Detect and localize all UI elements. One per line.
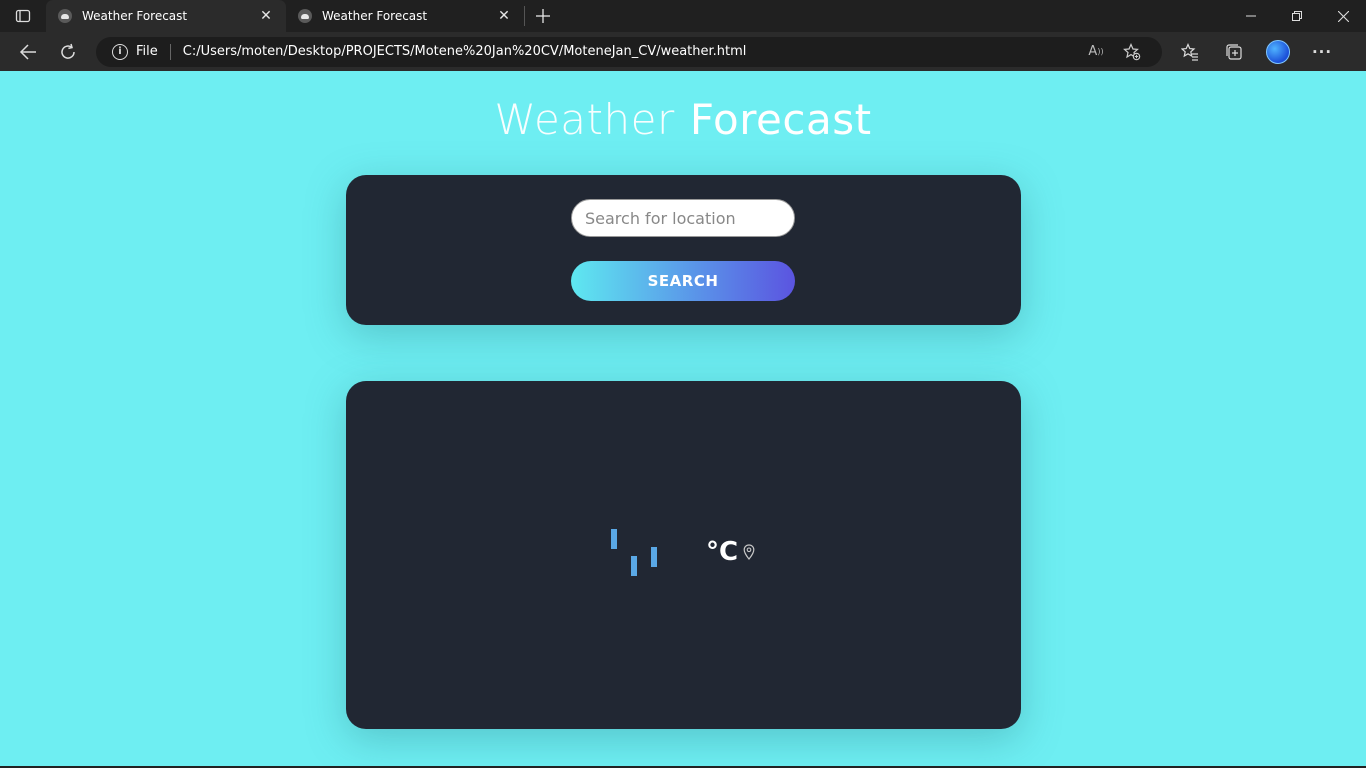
tab-actions-icon bbox=[15, 9, 31, 23]
refresh-button[interactable] bbox=[48, 35, 88, 69]
loading-bar bbox=[631, 556, 637, 576]
back-button[interactable] bbox=[8, 35, 48, 69]
read-aloud-icon[interactable]: A)) bbox=[1078, 44, 1114, 59]
favorites-icon bbox=[1181, 42, 1198, 61]
url-text[interactable]: C:/Users/moten/Desktop/PROJECTS/Motene%2… bbox=[183, 44, 1078, 59]
tab-weather-forecast-active[interactable]: Weather Forecast ✕ bbox=[46, 0, 286, 32]
close-window-button[interactable] bbox=[1320, 0, 1366, 32]
scheme-label: File bbox=[136, 44, 158, 59]
toolbar-icons: ··· bbox=[1168, 35, 1344, 69]
collections-button[interactable] bbox=[1212, 35, 1256, 69]
info-icon[interactable]: i bbox=[112, 43, 128, 60]
minimize-icon bbox=[1246, 15, 1256, 17]
cloud-favicon-icon bbox=[58, 9, 72, 23]
temperature-unit: °C bbox=[706, 537, 739, 567]
tab-close-icon[interactable]: ✕ bbox=[256, 6, 276, 26]
add-favorite-icon[interactable] bbox=[1114, 42, 1150, 61]
search-card: SEARCH bbox=[346, 175, 1021, 325]
loading-bar bbox=[611, 529, 617, 549]
restore-button[interactable] bbox=[1274, 0, 1320, 32]
browser-titlebar: Weather Forecast ✕ Weather Forecast ✕ bbox=[0, 0, 1366, 32]
search-button[interactable]: SEARCH bbox=[571, 261, 795, 301]
loading-bar bbox=[651, 547, 657, 567]
plus-icon bbox=[536, 9, 550, 23]
arrow-left-icon bbox=[19, 43, 36, 60]
window-controls bbox=[1228, 0, 1366, 32]
weather-result-card: °C bbox=[346, 381, 1021, 729]
restore-icon bbox=[1292, 11, 1302, 21]
cloud-favicon-icon bbox=[298, 9, 312, 23]
tab-weather-forecast[interactable]: Weather Forecast ✕ bbox=[286, 0, 524, 32]
close-icon bbox=[1337, 10, 1349, 22]
favorites-button[interactable] bbox=[1168, 35, 1212, 69]
minimize-button[interactable] bbox=[1228, 0, 1274, 32]
tab-title: Weather Forecast bbox=[82, 9, 188, 23]
profile-button[interactable] bbox=[1256, 35, 1300, 69]
collections-icon bbox=[1226, 43, 1242, 60]
location-search-input[interactable] bbox=[571, 199, 795, 237]
more-dots-icon: ··· bbox=[1311, 42, 1333, 61]
tab-title: Weather Forecast bbox=[322, 9, 428, 23]
new-tab-button[interactable] bbox=[525, 0, 561, 32]
profile-avatar bbox=[1266, 39, 1290, 64]
browser-toolbar: i File C:/Users/moten/Desktop/PROJECTS/M… bbox=[0, 32, 1366, 71]
page-title: Weather Forecast bbox=[0, 95, 1366, 144]
tab-actions-button[interactable] bbox=[0, 0, 46, 32]
settings-more-button[interactable]: ··· bbox=[1300, 35, 1344, 69]
address-divider bbox=[169, 43, 171, 60]
tab-close-icon[interactable]: ✕ bbox=[494, 6, 514, 26]
location-pin-icon bbox=[743, 544, 755, 560]
page-title-forecast: Forecast bbox=[689, 95, 872, 144]
weather-page: Weather Forecast SEARCH °C bbox=[0, 71, 1366, 766]
page-title-weather: Weather bbox=[494, 95, 675, 144]
refresh-icon bbox=[61, 43, 75, 59]
address-bar[interactable]: i File C:/Users/moten/Desktop/PROJECTS/M… bbox=[96, 36, 1162, 67]
